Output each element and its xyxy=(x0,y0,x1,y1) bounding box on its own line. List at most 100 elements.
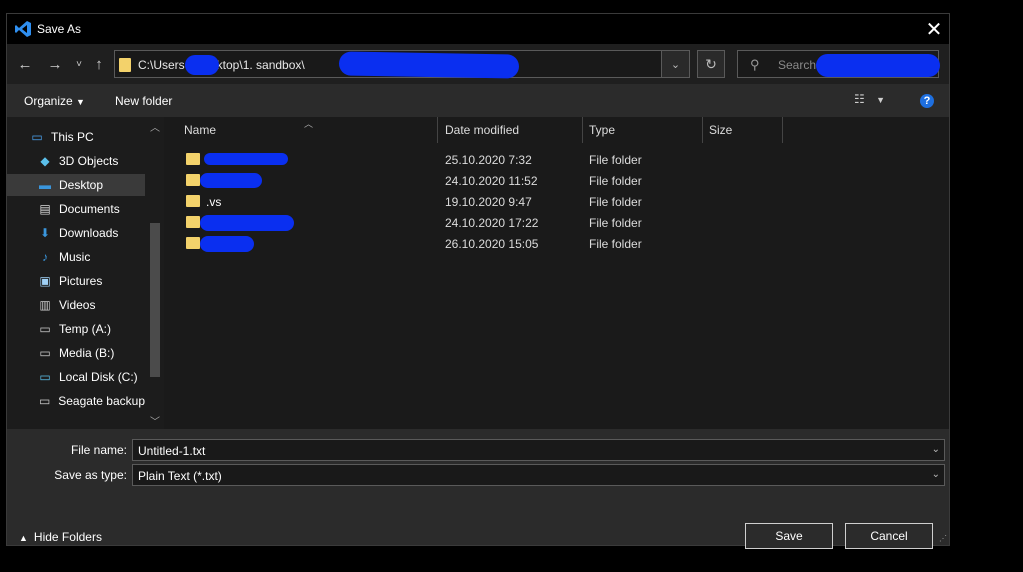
folder-icon xyxy=(186,174,200,186)
file-name-label: File name: xyxy=(70,443,127,457)
folder-icon xyxy=(186,153,200,165)
save-type-label: Save as type: xyxy=(54,468,127,482)
file-date: 19.10.2020 9:47 xyxy=(445,195,532,209)
folder-icon xyxy=(119,58,131,72)
file-name: .vs xyxy=(206,195,222,209)
file-row[interactable]: 25.10.2020 7:32 File folder xyxy=(184,149,684,170)
file-row[interactable]: 26.10.2020 15:05 File folder xyxy=(184,233,684,254)
hide-folders-button[interactable]: ▲ Hide Folders xyxy=(19,530,102,544)
system-drive-icon: ▭ xyxy=(39,370,51,384)
video-icon: ▥ xyxy=(39,298,51,312)
file-row[interactable]: 24.10.2020 17:22 File folder xyxy=(184,212,684,233)
file-type: File folder xyxy=(589,195,642,209)
refresh-icon[interactable]: ↻ xyxy=(697,50,725,78)
file-date: 24.10.2020 11:52 xyxy=(445,174,538,188)
search-input[interactable]: ⚲ Search xyxy=(737,50,940,78)
chevron-down-icon: ▼ xyxy=(76,97,85,107)
folder-icon xyxy=(186,216,200,228)
organize-button[interactable]: Organize ▼ xyxy=(24,94,85,108)
file-date: 25.10.2020 7:32 xyxy=(445,153,532,167)
drive-icon: ▭ xyxy=(39,346,51,360)
file-type: File folder xyxy=(589,153,642,167)
document-icon: ▤ xyxy=(39,202,51,216)
folder-icon xyxy=(186,237,200,249)
up-arrow-icon[interactable]: ↑ xyxy=(89,54,109,74)
cube-icon: ◆ xyxy=(40,154,50,168)
file-date: 24.10.2020 17:22 xyxy=(445,216,539,230)
sidebar-item-pictures[interactable]: ▣ Pictures xyxy=(37,270,145,292)
chevron-up-icon: ▲ xyxy=(19,533,28,543)
search-icon: ⚲ xyxy=(750,57,760,72)
redaction-mark xyxy=(204,153,288,165)
music-icon: ♪ xyxy=(42,250,48,264)
file-date: 26.10.2020 15:05 xyxy=(445,237,539,251)
chevron-down-icon[interactable]: ⌄ xyxy=(932,444,940,455)
sidebar-item-downloads[interactable]: ⬇ Downloads xyxy=(37,222,145,244)
sidebar-item-desktop[interactable]: ▬ Desktop xyxy=(7,174,145,196)
redaction-mark xyxy=(185,55,219,75)
sidebar-item-music[interactable]: ♪ Music xyxy=(37,246,145,268)
vscode-icon xyxy=(15,21,31,37)
scrollbar-thumb[interactable] xyxy=(150,223,160,377)
new-folder-button[interactable]: New folder xyxy=(115,94,172,108)
dialog-title: Save As xyxy=(37,22,82,36)
change-view-button[interactable]: ☷ ▼ xyxy=(854,92,892,110)
save-type-select[interactable]: Plain Text (*.txt) ⌄ xyxy=(132,464,945,486)
file-type: File folder xyxy=(589,174,642,188)
file-row[interactable]: 24.10.2020 11:52 File folder xyxy=(184,170,684,191)
sidebar-scrollbar[interactable]: ︿ ﹀ xyxy=(147,117,164,429)
chevron-down-icon[interactable]: ⌄ xyxy=(662,50,690,78)
sidebar-item-videos[interactable]: ▥ Videos xyxy=(37,294,145,316)
address-path: C:\Users r\Desktop\1. sandbox\ xyxy=(138,58,305,72)
sidebar-item-3d-objects[interactable]: ◆ 3D Objects xyxy=(37,150,145,172)
file-name-value: Untitled-1.txt xyxy=(138,444,206,458)
navigation-pane: ▭ This PC ◆ 3D Objects ▬ Desktop ▤ Docum… xyxy=(7,117,164,429)
address-bar[interactable]: C:\Users r\Desktop\1. sandbox\ xyxy=(114,50,662,79)
recent-locations-chevron-icon[interactable]: ˅ xyxy=(69,54,89,74)
redaction-mark xyxy=(200,236,254,252)
download-icon: ⬇ xyxy=(39,226,51,240)
file-name-field[interactable]: Untitled-1.txt ⌄ xyxy=(132,439,945,461)
pc-icon: ▭ xyxy=(31,130,43,144)
search-placeholder: Search xyxy=(778,58,817,72)
chevron-up-icon[interactable]: ︿ xyxy=(150,119,160,134)
sidebar-item-local-disk-c[interactable]: ▭ Local Disk (C:) xyxy=(37,366,145,388)
column-header-size[interactable]: Size xyxy=(709,117,783,143)
forward-arrow-icon[interactable]: → xyxy=(45,54,65,74)
chevron-down-icon[interactable]: ﹀ xyxy=(150,413,160,428)
redaction-mark xyxy=(816,54,940,77)
close-icon[interactable]: ✕ xyxy=(919,14,949,44)
column-header-date-modified[interactable]: Date modified xyxy=(445,117,583,143)
chevron-down-icon[interactable]: ⌄ xyxy=(932,469,940,480)
save-button[interactable]: Save xyxy=(745,523,833,549)
redaction-mark xyxy=(200,173,262,188)
file-type: File folder xyxy=(589,237,642,251)
navigation-bar: ← → ˅ ↑ C:\Users r\Desktop\1. sandbox\ ⌄… xyxy=(7,44,949,84)
desktop-icon: ▬ xyxy=(39,178,51,192)
redaction-mark xyxy=(338,51,520,79)
sidebar-item-temp-a[interactable]: ▭ Temp (A:) xyxy=(37,318,145,340)
help-icon[interactable]: ? xyxy=(920,94,934,108)
cancel-button[interactable]: Cancel xyxy=(845,523,933,549)
sidebar-item-media-b[interactable]: ▭ Media (B:) xyxy=(37,342,145,364)
command-toolbar: Organize ▼ New folder ☷ ▼ ? xyxy=(7,84,949,116)
file-list: ︿ Name Date modified Type Size 25.10.202… xyxy=(164,117,949,429)
save-as-dialog: Save As ✕ ← → ˅ ↑ C:\Users r\Desktop\1. … xyxy=(6,13,950,549)
sidebar-item-seagate-backup[interactable]: ▭ Seagate backup xyxy=(37,390,145,412)
drive-icon: ▭ xyxy=(38,394,51,408)
column-header-type[interactable]: Type xyxy=(589,117,703,143)
back-arrow-icon[interactable]: ← xyxy=(15,54,35,74)
redaction-mark xyxy=(200,215,294,231)
save-options-panel: File name: Untitled-1.txt ⌄ Save as type… xyxy=(7,429,949,549)
sidebar-item-documents[interactable]: ▤ Documents xyxy=(37,198,145,220)
resize-grip-icon[interactable]: ⋰ xyxy=(939,534,947,543)
picture-icon: ▣ xyxy=(39,274,51,288)
file-type: File folder xyxy=(589,216,642,230)
column-header-name[interactable]: Name xyxy=(184,117,438,143)
details-view-icon: ☷ xyxy=(854,92,865,106)
file-row[interactable]: .vs 19.10.2020 9:47 File folder xyxy=(184,191,684,212)
folder-icon xyxy=(186,195,200,207)
title-bar: Save As ✕ xyxy=(7,14,949,44)
save-type-value: Plain Text (*.txt) xyxy=(138,469,222,483)
drive-icon: ▭ xyxy=(39,322,51,336)
